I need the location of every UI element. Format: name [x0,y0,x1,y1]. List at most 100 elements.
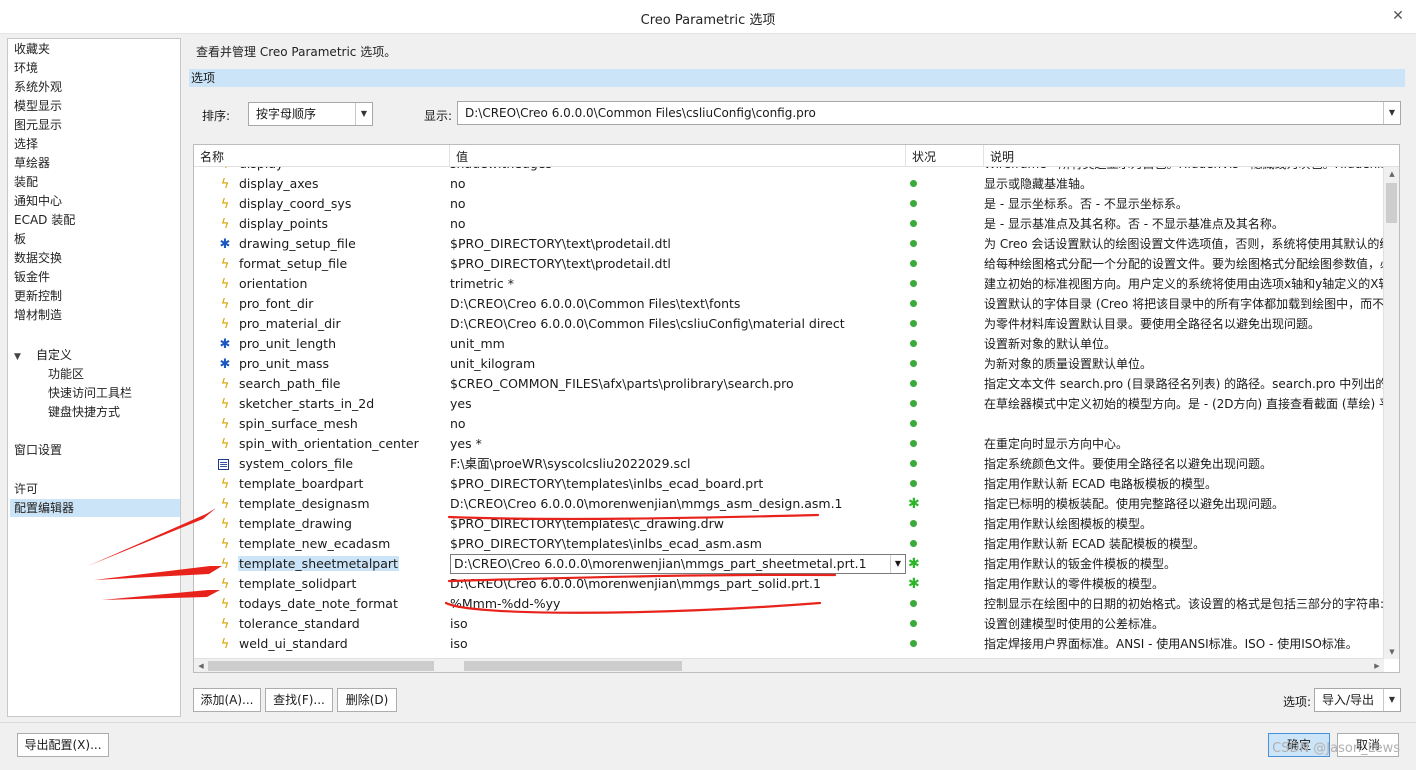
option-name[interactable]: search_path_file [238,376,341,391]
option-value[interactable]: $PRO_DIRECTORY\text\prodetail.dtl [450,254,902,274]
table-row[interactable]: ϟ template_sheetmetalpart D:\CREO\Creo 6.0… [194,554,1384,574]
option-name[interactable]: system_colors_file [238,456,354,471]
sidebar-item-9[interactable]: ECAD 装配 [14,211,81,229]
display-select[interactable]: D:\CREO\Creo 6.0.0.0\Common Files\csliuC… [457,101,1401,125]
scroll-thumb-value[interactable] [464,661,682,671]
sidebar-item-config-editor[interactable]: 配置编辑器 [10,499,180,517]
table-row[interactable]: ϟ display_axes no 显示或隐藏基准轴。 [194,174,1384,194]
option-value[interactable]: $CREO_COMMON_FILES\afx\parts\prolibrary\… [450,374,902,394]
option-value[interactable]: iso [450,614,902,634]
option-name[interactable]: display_points [238,216,329,231]
option-value[interactable]: D:\CREO\Creo 6.0.0.0\morenwenjian\mmgs_p… [450,574,902,594]
sidebar-item-14[interactable]: 增材制造 [14,306,68,324]
sidebar-subitem-0[interactable]: 功能区 [48,365,90,383]
sidebar-item-11[interactable]: 数据交换 [14,249,68,267]
scroll-left-icon[interactable]: ◀ [194,659,208,672]
sidebar-item-3[interactable]: 模型显示 [14,97,68,115]
sidebar-item-13[interactable]: 更新控制 [14,287,68,305]
sidebar-item-1[interactable]: 环境 [14,59,44,77]
column-header-name[interactable]: 名称 [194,145,450,167]
table-row[interactable]: ϟ weld_ui_standard iso 指定焊接用户界面标准。ANSI - 使用… [194,634,1384,654]
option-value[interactable]: unit_mm [450,334,902,354]
chevron-down-icon[interactable]: ▼ [1383,102,1400,124]
table-row[interactable]: ϟ search_path_file $CREO_COMMON_FILES\afx\… [194,374,1384,394]
option-value[interactable]: D:\CREO\Creo 6.0.0.0\Common Files\csliuC… [450,314,902,334]
table-row[interactable]: ϟ spin_with_orientation_center yes * 在重定向时显… [194,434,1384,454]
column-header-value[interactable]: 值 [450,145,906,167]
table-row[interactable]: ϟ tolerance_standard iso 设置创建模型时使用的公差标准。 [194,614,1384,634]
option-name[interactable]: spin_with_orientation_center [238,436,420,451]
option-name[interactable]: template_boardpart [238,476,364,491]
scroll-thumb[interactable] [1386,183,1397,223]
sidebar-item-2[interactable]: 系统外观 [14,78,68,96]
sidebar-subitem-2[interactable]: 键盘快捷方式 [48,403,126,421]
table-row[interactable]: ϟ todays_date_note_format %Mmm-%dd-%yy 控制显示… [194,594,1384,614]
table-row[interactable]: ϟ orientation trimetric * 建立初始的标准视图方向。用户定义的… [194,274,1384,294]
import-export-select[interactable]: 导入/导出 ▼ [1314,688,1401,712]
option-value[interactable]: $PRO_DIRECTORY\templates\inlbs_ecad_boar… [450,474,902,494]
option-name[interactable]: template_sheetmetalpart [238,556,399,571]
option-value[interactable]: F:\桌面\proeWR\syscolcsliu2022029.scl [450,454,902,474]
option-name[interactable]: pro_unit_length [238,336,337,351]
option-value[interactable]: %Mmm-%dd-%yy [450,594,902,614]
sort-select[interactable]: 按字母顺序 ▼ [248,102,373,126]
chevron-down-icon[interactable]: ▼ [1383,689,1400,711]
option-name[interactable]: pro_material_dir [238,316,342,331]
option-value[interactable]: trimetric * [450,274,902,294]
table-row[interactable]: ϟ sketcher_starts_in_2d yes 在草绘器模式中定义初始的模型方… [194,394,1384,414]
option-value[interactable]: iso [450,634,902,654]
sidebar-item-10[interactable]: 板 [14,230,32,248]
table-row[interactable]: ✱ pro_unit_length unit_mm 设置新对象的默认单位。 [194,334,1384,354]
option-name[interactable]: sketcher_starts_in_2d [238,396,375,411]
option-value[interactable]: yes [450,394,902,414]
add-button[interactable]: 添加(A)... [193,688,261,712]
sidebar-item-window-settings[interactable]: 窗口设置 [14,441,68,459]
find-button[interactable]: 查找(F)... [265,688,333,712]
option-value[interactable]: $PRO_DIRECTORY\templates\inlbs_ecad_asm.… [450,534,902,554]
chevron-down-icon[interactable]: ▼ [355,103,372,125]
option-name[interactable]: template_solidpart [238,576,357,591]
option-name[interactable]: display_axes [238,176,320,191]
option-name[interactable]: pro_font_dir [238,296,314,311]
sidebar-subitem-1[interactable]: 快速访问工具栏 [48,384,138,402]
scroll-down-icon[interactable]: ▼ [1384,645,1399,659]
column-header-description[interactable]: 说明 [984,145,1399,167]
table-row[interactable]: ϟ display_points no 是 - 显示基准点及其名称。否 - 不显示基准… [194,214,1384,234]
table-row[interactable]: ϟ pro_material_dir D:\CREO\Creo 6.0.0.0\Co… [194,314,1384,334]
table-row[interactable]: ϟ template_drawing $PRO_DIRECTORY\template… [194,514,1384,534]
sidebar-item-license[interactable]: 许可 [14,480,44,498]
scroll-right-icon[interactable]: ▶ [1370,659,1384,672]
option-value[interactable]: D:\CREO\Creo 6.0.0.0\morenwenjian\mmgs_a… [450,494,902,514]
sidebar-item-12[interactable]: 钣金件 [14,268,56,286]
export-config-button[interactable]: 导出配置(X)... [17,733,109,757]
option-name[interactable]: spin_surface_mesh [238,416,359,431]
table-row[interactable]: ≡ system_colors_file F:\桌面\proeWR\syscolcs… [194,454,1384,474]
option-value[interactable]: no [450,194,902,214]
table-row[interactable]: ϟ template_boardpart $PRO_DIRECTORY\templa… [194,474,1384,494]
option-value[interactable]: $PRO_DIRECTORY\templates\c_drawing.drw [450,514,902,534]
option-value[interactable]: unit_kilogram [450,354,902,374]
option-value[interactable]: D:\CREO\Creo 6.0.0.0\Common Files\text\f… [450,294,902,314]
table-row[interactable]: ✱ drawing_setup_file $PRO_DIRECTORY\text\p… [194,234,1384,254]
option-name[interactable]: orientation [238,276,308,291]
delete-button[interactable]: 删除(D) [337,688,397,712]
table-row[interactable]: ϟ display_coord_sys no 是 - 显示坐标系。否 - 不显示坐标系… [194,194,1384,214]
table-row[interactable]: ϟ template_solidpart D:\CREO\Creo 6.0.0.0\… [194,574,1384,594]
sidebar-item-7[interactable]: 装配 [14,173,44,191]
table-row[interactable]: ϟ spin_surface_mesh no [194,414,1384,434]
option-name[interactable]: weld_ui_standard [238,636,349,651]
scroll-up-icon[interactable]: ▲ [1384,167,1399,181]
option-name[interactable]: template_new_ecadasm [238,536,391,551]
option-name[interactable]: pro_unit_mass [238,356,330,371]
option-name[interactable]: template_drawing [238,516,353,531]
scroll-thumb-name[interactable] [208,661,434,671]
option-name[interactable]: format_setup_file [238,256,348,271]
sidebar-item-8[interactable]: 通知中心 [14,192,68,210]
chevron-down-icon[interactable]: ▼ [890,555,905,573]
table-row[interactable]: ϟ format_setup_file $PRO_DIRECTORY\text\pr… [194,254,1384,274]
horizontal-scrollbar[interactable]: ◀ ▶ [194,658,1384,672]
expand-triangle-icon[interactable]: ▼ [14,348,28,366]
table-row[interactable]: ϟ pro_font_dir D:\CREO\Creo 6.0.0.0\Common… [194,294,1384,314]
sidebar-group-custom[interactable]: ▼ 自定义 [14,346,72,364]
option-value[interactable]: $PRO_DIRECTORY\text\prodetail.dtl [450,234,902,254]
